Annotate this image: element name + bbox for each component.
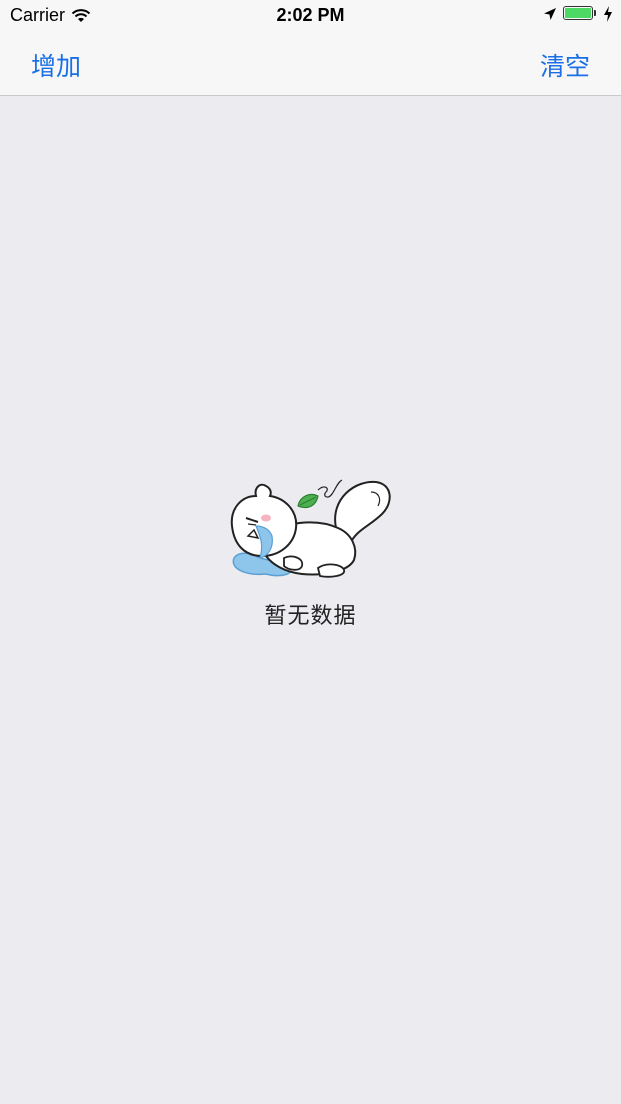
status-bar: Carrier 2:02 PM bbox=[0, 0, 621, 32]
clear-button[interactable]: 清空 bbox=[540, 47, 590, 83]
battery-icon bbox=[563, 6, 597, 22]
empty-message: 暂无数据 bbox=[264, 603, 357, 628]
location-arrow-icon bbox=[544, 8, 556, 20]
add-button[interactable]: 增加 bbox=[31, 47, 81, 83]
status-time: 2:02 PM bbox=[276, 5, 345, 25]
crying-cat-icon bbox=[230, 479, 391, 578]
status-right-icons bbox=[543, 6, 613, 22]
empty-state: 暂无数据 bbox=[0, 478, 621, 630]
app-screen: Carrier 2:02 PM 增加 清空 暂无数据 bbox=[0, 0, 621, 1104]
charging-icon bbox=[604, 6, 612, 22]
navigation-bar: 增加 清空 bbox=[0, 32, 621, 96]
